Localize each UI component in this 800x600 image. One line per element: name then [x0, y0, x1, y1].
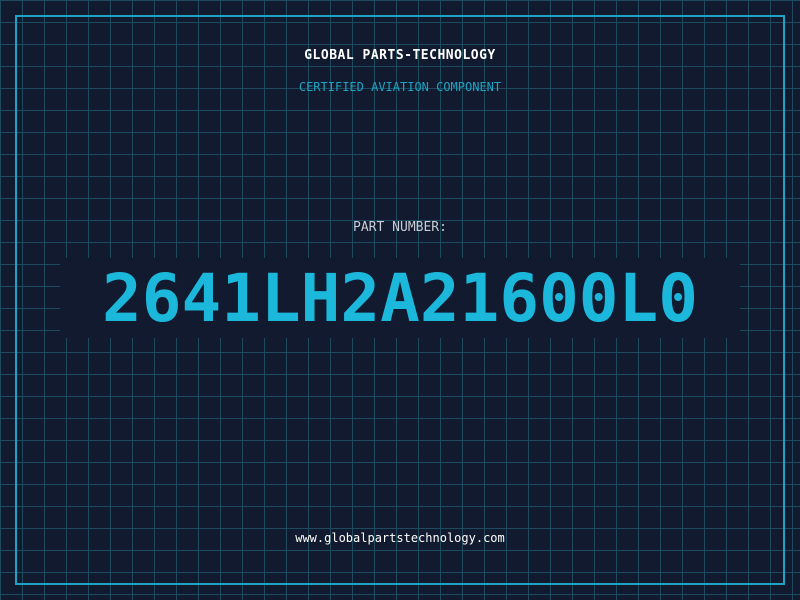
part-number-value: 2641LH2A21600L0: [60, 258, 740, 338]
company-name: GLOBAL PARTS-TECHNOLOGY: [304, 48, 496, 63]
website-url: www.globalpartstechnology.com: [295, 531, 505, 545]
certification-tagline: CERTIFIED AVIATION COMPONENT: [298, 80, 502, 94]
part-number-label: PART NUMBER:: [353, 220, 447, 235]
